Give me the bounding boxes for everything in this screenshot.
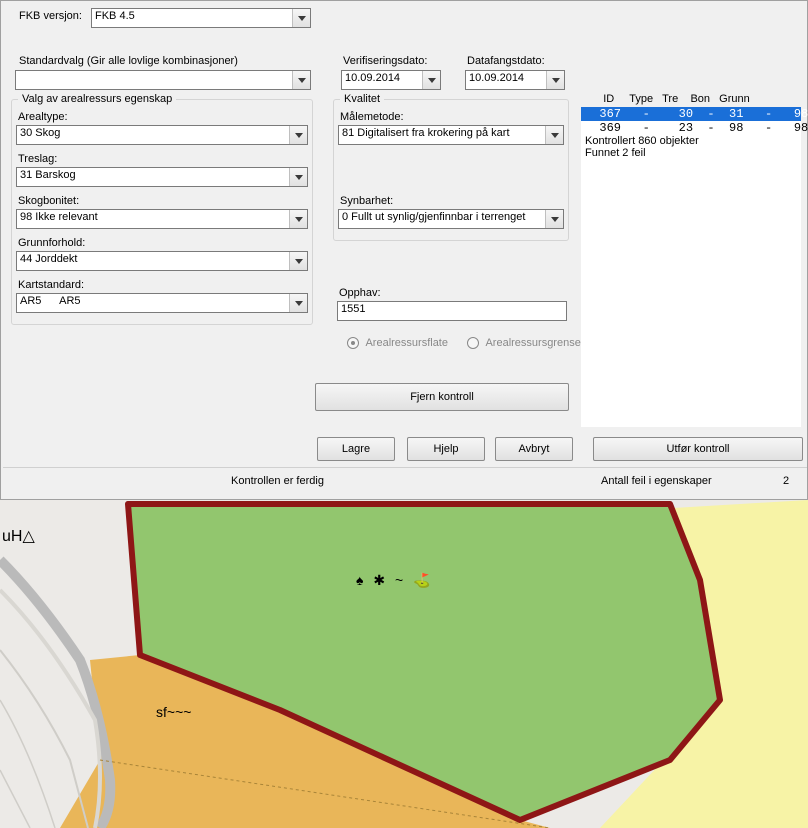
malemetode-combo[interactable]: 81 Digitalisert fra krokering på kart xyxy=(338,125,564,145)
kartstandard-value: AR5 AR5 xyxy=(20,295,81,307)
utfor-kontroll-button[interactable]: Utfør kontroll xyxy=(593,437,803,461)
chevron-down-icon xyxy=(289,210,307,228)
arealressurs-legend: Valg av arealressurs egenskap xyxy=(18,93,176,105)
status-antallfeil-value: 2 xyxy=(783,475,789,487)
skogbonitet-value: 98 Ikke relevant xyxy=(20,211,98,223)
grunnforhold-label: Grunnforhold: xyxy=(18,237,85,249)
divider xyxy=(3,467,807,468)
arealressursgrense-radio: Arealressursgrense xyxy=(467,337,581,349)
standardvalg-label: Standardvalg (Gir alle lovlige kombinasj… xyxy=(19,55,238,67)
avbryt-button[interactable]: Avbryt xyxy=(495,437,573,461)
status-antallfeil-label: Antall feil i egenskaper xyxy=(601,475,712,487)
malemetode-value: 81 Digitalisert fra krokering på kart xyxy=(342,127,510,139)
standardvalg-combo[interactable] xyxy=(15,70,311,90)
verifiseringsdato-label: Verifiseringsdato: xyxy=(343,55,427,67)
datafangstdato-value: 10.09.2014 xyxy=(469,72,524,84)
arealtype-label: Arealtype: xyxy=(18,111,68,123)
chevron-down-icon xyxy=(292,71,310,89)
chevron-down-icon xyxy=(545,210,563,228)
results-msg1: Kontrollert 860 objekter xyxy=(581,135,801,147)
chevron-down-icon xyxy=(289,168,307,186)
lagre-button[interactable]: Lagre xyxy=(317,437,395,461)
opphav-value: 1551 xyxy=(341,303,365,315)
grunnforhold-value: 44 Jorddekt xyxy=(20,253,77,265)
arealressurs-group: Valg av arealressurs egenskap Arealtype:… xyxy=(11,93,313,325)
radio-dot-icon xyxy=(347,337,359,349)
arealtype-value: 30 Skog xyxy=(20,127,60,139)
synbarhet-value: 0 Fullt ut synlig/gjenfinnbar i terrenge… xyxy=(342,211,525,223)
map-canvas[interactable]: uH△ ♠ ✱ ~ ⛳ sf~~~ xyxy=(0,500,808,828)
kartstandard-label: Kartstandard: xyxy=(18,279,84,291)
fkb-version-label: FKB versjon: xyxy=(19,10,82,22)
chevron-down-icon xyxy=(289,252,307,270)
opphav-input[interactable]: 1551 xyxy=(337,301,567,321)
opphav-label: Opphav: xyxy=(339,287,381,299)
arealtype-combo[interactable]: 30 Skog xyxy=(16,125,308,145)
fjern-kontroll-button[interactable]: Fjern kontroll xyxy=(315,383,569,411)
radio-dot-icon xyxy=(467,337,479,349)
list-header: ID Type Tre Bon Grunn xyxy=(591,93,750,105)
chevron-down-icon xyxy=(422,71,440,89)
chevron-down-icon xyxy=(289,126,307,144)
kartstandard-combo[interactable]: AR5 AR5 xyxy=(16,293,308,313)
map-svg xyxy=(0,500,808,828)
results-msg2: Funnet 2 feil xyxy=(581,147,801,159)
skogbonitet-label: Skogbonitet: xyxy=(18,195,79,207)
hjelp-button[interactable]: Hjelp xyxy=(407,437,485,461)
datafangstdato-combo[interactable]: 10.09.2014 xyxy=(465,70,565,90)
fkb-version-value: FKB 4.5 xyxy=(95,10,135,22)
treslag-label: Treslag: xyxy=(18,153,57,165)
results-row[interactable]: 369 - 23 - 98 - 98 - 43 xyxy=(581,121,801,135)
arealressursflate-radio: Arealressursflate xyxy=(347,337,448,349)
fkb-version-combo[interactable]: FKB 4.5 xyxy=(91,8,311,28)
treslag-combo[interactable]: 31 Barskog xyxy=(16,167,308,187)
treslag-value: 31 Barskog xyxy=(20,169,76,181)
verifiseringsdato-combo[interactable]: 10.09.2014 xyxy=(341,70,441,90)
malemetode-label: Målemetode: xyxy=(340,111,404,123)
kvalitet-legend: Kvalitet xyxy=(340,93,384,105)
chevron-down-icon xyxy=(292,9,310,27)
status-kontrollen: Kontrollen er ferdig xyxy=(231,475,324,487)
results-row-selected[interactable]: 367 - 30 - 31 - 98 - 44 xyxy=(581,107,801,121)
datafangstdato-label: Datafangstdato: xyxy=(467,55,545,67)
synbarhet-label: Synbarhet: xyxy=(340,195,393,207)
grunnforhold-combo[interactable]: 44 Jorddekt xyxy=(16,251,308,271)
kvalitet-group: Kvalitet Målemetode: 81 Digitalisert fra… xyxy=(333,93,569,241)
chevron-down-icon xyxy=(289,294,307,312)
skogbonitet-combo[interactable]: 98 Ikke relevant xyxy=(16,209,308,229)
dialog-window: FKB versjon: FKB 4.5 Standardvalg (Gir a… xyxy=(0,0,808,500)
arealressursflate-label: Arealressursflate xyxy=(365,337,448,349)
chevron-down-icon xyxy=(545,126,563,144)
arealressursgrense-label: Arealressursgrense xyxy=(485,337,580,349)
verifiseringsdato-value: 10.09.2014 xyxy=(345,72,400,84)
results-list[interactable]: 367 - 30 - 31 - 98 - 44 369 - 23 - 98 - … xyxy=(581,107,801,427)
chevron-down-icon xyxy=(546,71,564,89)
synbarhet-combo[interactable]: 0 Fullt ut synlig/gjenfinnbar i terrenge… xyxy=(338,209,564,229)
